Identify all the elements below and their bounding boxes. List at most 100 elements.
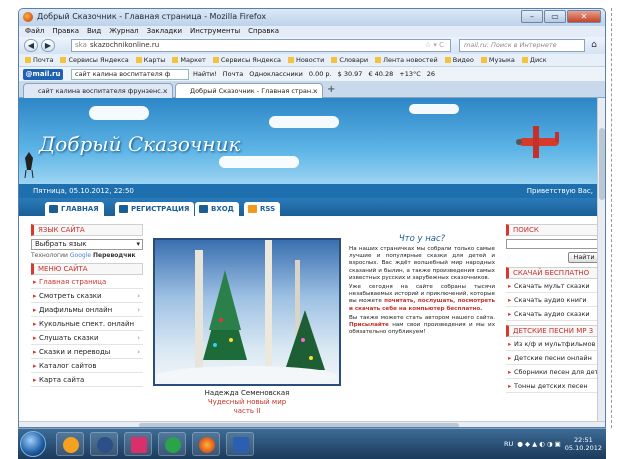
- word-icon: [233, 437, 249, 453]
- bookmark-item[interactable]: Видео: [445, 54, 474, 66]
- search-input[interactable]: mail.ru: Поиск в Интернете: [459, 39, 585, 52]
- menu-item-catalog[interactable]: Каталог сайтов: [31, 359, 143, 373]
- back-icon[interactable]: ◀: [24, 39, 38, 52]
- download-heading: СКАЧАЙ БЕСПЛАТНО: [506, 267, 599, 279]
- url-bar[interactable]: ska skazochnikonline.ru ☆ ▾ C: [71, 39, 451, 52]
- menu-view[interactable]: Вид: [87, 26, 101, 37]
- songs-item[interactable]: Сборники песен для дет: [506, 365, 599, 379]
- vertical-scrollbar[interactable]: [597, 98, 605, 427]
- bookmark-item[interactable]: Маркет: [172, 54, 205, 66]
- app-d-icon: [131, 437, 147, 453]
- weather-text: +13°C: [399, 70, 421, 78]
- bird-icon: [24, 152, 34, 178]
- bookmark-item[interactable]: Сервисы Яндекса: [60, 54, 128, 66]
- menu-help[interactable]: Справка: [248, 26, 279, 37]
- featured-image[interactable]: [153, 238, 341, 386]
- left-column: ЯЗЫК САЙТА Выбрать язык Технологии Googl…: [31, 224, 143, 387]
- bookmark-item[interactable]: Сервисы Яндекса: [213, 54, 281, 66]
- menu-edit[interactable]: Правка: [52, 26, 79, 37]
- taskbar-app[interactable]: [192, 432, 220, 456]
- menu-item-translations[interactable]: Сказки и переводы: [31, 345, 143, 359]
- clock[interactable]: 22:51 05.10.2012: [565, 436, 602, 452]
- google-translate-label: Технологии Google Переводчик: [31, 252, 136, 259]
- songs-item[interactable]: Из к/ф и мультфильмов: [506, 337, 599, 351]
- start-button[interactable]: [20, 431, 46, 457]
- menu-bookmarks[interactable]: Закладки: [147, 26, 182, 37]
- bookmark-item[interactable]: Карты: [136, 54, 166, 66]
- taskbar-app[interactable]: [124, 432, 152, 456]
- download-item[interactable]: Скачать аудио книги: [506, 293, 599, 307]
- close-tab-icon[interactable]: ×: [313, 84, 318, 98]
- menu-item-watch[interactable]: Смотреть сказки: [31, 289, 143, 303]
- caption-title[interactable]: Чудесный новый мир: [153, 398, 341, 407]
- user-icon: [119, 205, 128, 213]
- mailru-find-button[interactable]: Найти!: [193, 69, 217, 80]
- home-icon: [49, 205, 58, 213]
- mailru-search-input[interactable]: сайт калина воспитателя ф: [71, 69, 189, 80]
- bookmark-item[interactable]: Новости: [288, 54, 324, 66]
- bookmark-item[interactable]: Музыка: [481, 54, 515, 66]
- tab-strip: сайт калина воспитателя фрунзенс... × Доб…: [19, 81, 605, 98]
- image-caption: Надежда Семеновская Чудесный новый мир ч…: [153, 389, 341, 416]
- mailru-logo[interactable]: @mail.ru: [23, 69, 63, 80]
- odnoklassniki-link[interactable]: Одноклассники: [249, 69, 303, 80]
- maximize-button[interactable]: ▭: [544, 10, 566, 23]
- about-section: Что у нас? На наших страничках мы собрал…: [349, 234, 495, 338]
- system-tray: RU ● ◆ ▲ ◐ ◑ ▣ 22:51 05.10.2012: [504, 431, 602, 457]
- star-icon[interactable]: ☆ ▾ C: [425, 40, 444, 51]
- tab-search[interactable]: сайт калина воспитателя фрунзенс... ×: [23, 83, 173, 98]
- close-tab-icon[interactable]: ×: [163, 84, 168, 98]
- minimize-button[interactable]: –: [521, 10, 543, 23]
- taskbar-app[interactable]: [56, 432, 84, 456]
- bookmark-item[interactable]: Почта: [25, 54, 53, 66]
- tab-active[interactable]: Добрый Сказочник - Главная стран... ×: [175, 83, 323, 98]
- menu-file[interactable]: Файл: [25, 26, 44, 37]
- scrollbar-thumb[interactable]: [599, 128, 605, 200]
- menu-item-home[interactable]: Главная страница: [31, 275, 143, 289]
- close-button[interactable]: ✕: [567, 10, 601, 23]
- language-select[interactable]: Выбрать язык: [31, 239, 143, 250]
- taskbar-app[interactable]: [226, 432, 254, 456]
- taskbar-app[interactable]: [90, 432, 118, 456]
- home-icon[interactable]: ⌂: [587, 39, 601, 52]
- site-search-input[interactable]: [506, 239, 599, 249]
- menu-history[interactable]: Журнал: [109, 26, 138, 37]
- new-tab-icon[interactable]: +: [327, 83, 335, 97]
- songs-item[interactable]: Тонны детских песен: [506, 379, 599, 393]
- menu-item-filmstrips[interactable]: Диафильмы онлайн: [31, 303, 143, 317]
- balance-text: 0.00 р.: [308, 70, 332, 78]
- taskbar: RU ● ◆ ▲ ◐ ◑ ▣ 22:51 05.10.2012: [18, 428, 606, 459]
- menu-item-sitemap[interactable]: Карта сайта: [31, 373, 143, 387]
- download-item[interactable]: Скачать аудио сказки: [506, 307, 599, 321]
- menu-item-listen[interactable]: Слушать сказки: [31, 331, 143, 345]
- caption-part[interactable]: часть II: [153, 407, 341, 416]
- icq-icon: [165, 437, 181, 453]
- menu-item-puppet[interactable]: Кукольные спект. онлайн: [31, 317, 143, 331]
- tab-rss[interactable]: RSS: [244, 202, 281, 216]
- bookmark-item[interactable]: Лента новостей: [375, 54, 438, 66]
- caption-author: Надежда Семеновская: [204, 389, 290, 397]
- lang-heading: ЯЗЫК САЙТА: [31, 224, 143, 236]
- tab-home[interactable]: ГЛАВНАЯ: [45, 202, 104, 216]
- menu-tools[interactable]: Инструменты: [190, 26, 240, 37]
- taskbar-app[interactable]: [158, 432, 186, 456]
- window-title: Добрый Сказочник - Главная страница - Mo…: [37, 12, 267, 21]
- info-bar: Пятница, 05.10.2012, 22:50 Приветствую В…: [19, 184, 599, 198]
- window-icon: [97, 437, 113, 453]
- notification-count: 26: [426, 70, 436, 78]
- horizontal-scrollbar[interactable]: [19, 421, 605, 427]
- tray-icons[interactable]: ● ◆ ▲ ◐ ◑ ▣: [517, 440, 561, 448]
- site-nav: ГЛАВНАЯ РЕГИСТРАЦИЯ ВХОД RSS: [19, 198, 599, 216]
- greeting-text: Приветствую Вас,: [526, 187, 593, 195]
- bookmark-item[interactable]: Словари: [331, 54, 368, 66]
- forward-icon[interactable]: ▶: [41, 39, 55, 52]
- bookmark-item[interactable]: Диск: [522, 54, 547, 66]
- site-search-button[interactable]: Найти: [568, 252, 599, 263]
- language-indicator[interactable]: RU: [504, 440, 513, 448]
- mail-link[interactable]: Почта: [223, 69, 243, 80]
- download-item[interactable]: Скачать мульт сказки: [506, 279, 599, 293]
- tab-login[interactable]: ВХОД: [195, 202, 239, 216]
- tab-register[interactable]: РЕГИСТРАЦИЯ: [115, 202, 195, 216]
- cloud-decoration: [269, 116, 339, 128]
- songs-item[interactable]: Детские песни онлайн: [506, 351, 599, 365]
